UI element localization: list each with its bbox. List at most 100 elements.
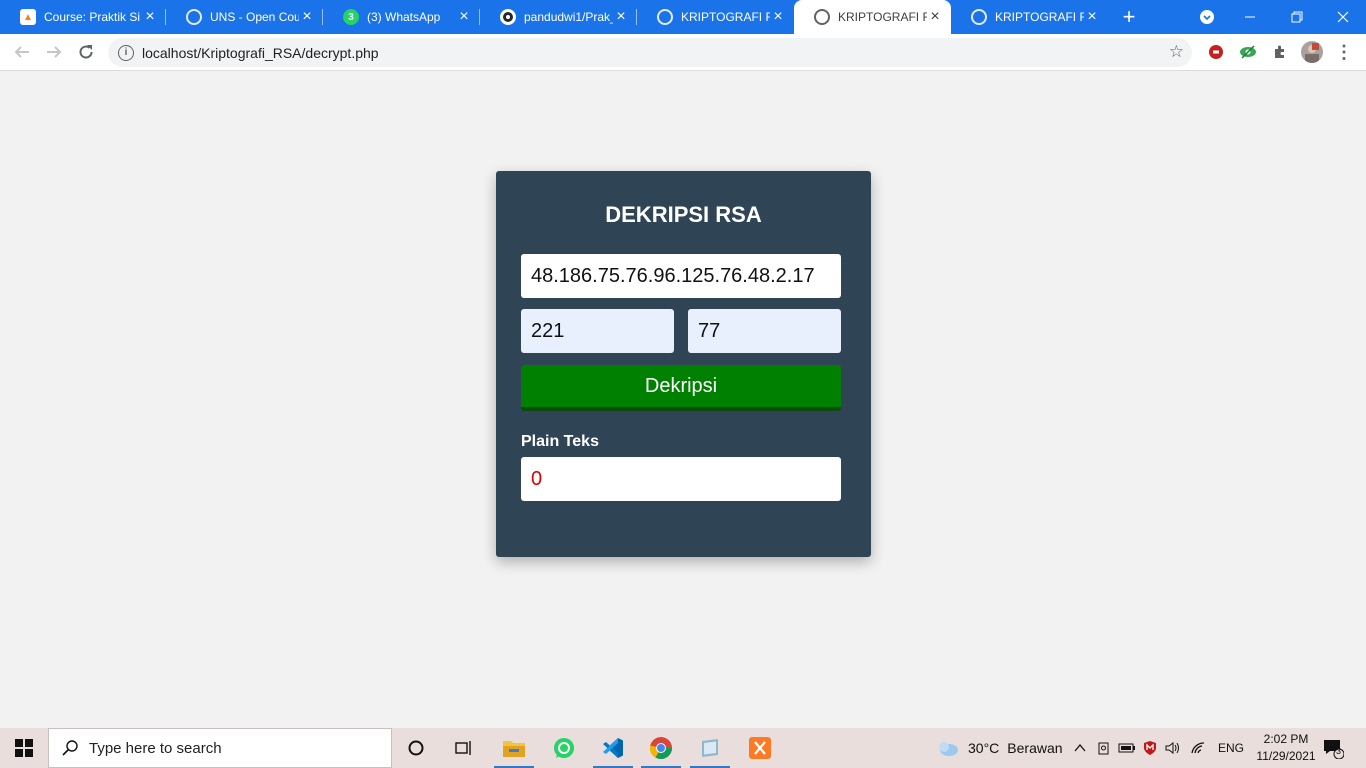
weather-widget[interactable]: 30°C Berawan — [936, 728, 1063, 768]
taskbar-notes-app[interactable] — [686, 728, 734, 768]
globe-icon — [971, 9, 987, 25]
cortana-icon — [408, 740, 424, 756]
tray-icons: ENG — [1072, 728, 1244, 768]
taskbar-xampp[interactable] — [736, 728, 784, 768]
forward-arrow-icon — [47, 46, 62, 58]
whatsapp-icon — [554, 738, 574, 758]
plaintext-output: 0 — [521, 457, 841, 501]
tab-title: KRIPTOGRAFI RSA — [838, 10, 927, 24]
restore-icon — [1291, 11, 1303, 23]
tab-whatsapp[interactable]: 3 (3) WhatsApp × — [323, 0, 480, 34]
taskbar-vscode[interactable] — [589, 728, 637, 768]
vscode-icon — [603, 738, 623, 758]
taskbar-file-explorer[interactable] — [490, 728, 538, 768]
info-icon[interactable]: i — [118, 44, 134, 61]
cloud-icon — [939, 742, 958, 756]
cortana-button[interactable] — [392, 728, 440, 768]
weather-temperature: 30°C — [968, 740, 1000, 756]
tab-title: (3) WhatsApp — [367, 10, 441, 24]
ciphertext-input[interactable] — [521, 254, 841, 298]
eye-extension-icon[interactable] — [1239, 43, 1257, 61]
browser-tab-strip: ▲ Course: Praktik Si × UNS - Open Cour ×… — [0, 0, 1366, 34]
bookmark-star-icon[interactable]: ☆ — [1169, 43, 1184, 61]
reload-icon — [79, 45, 93, 59]
search-icon — [62, 740, 78, 756]
tab-title: pandudwi1/Prak_ — [524, 10, 613, 24]
taskbar-chrome[interactable] — [637, 728, 685, 768]
notes-app-icon — [702, 739, 718, 757]
page-title: DEKRIPSI RSA — [605, 202, 762, 227]
chevron-down-icon — [1200, 10, 1214, 24]
github-icon — [500, 9, 516, 25]
system-clock[interactable]: 2:02 PM 11/29/2021 — [1246, 731, 1326, 765]
close-icon[interactable]: × — [142, 8, 158, 25]
wifi-icon[interactable] — [1190, 740, 1208, 756]
restore-button[interactable] — [1281, 0, 1313, 34]
windows-logo-icon — [15, 739, 33, 757]
meet-now-icon[interactable] — [1096, 740, 1112, 756]
tab-title: Course: Praktik Si — [44, 10, 141, 24]
decrypt-card: DEKRIPSI RSA Dekripsi Plain Teks 0 — [496, 171, 871, 557]
new-tab-button[interactable]: + — [1113, 0, 1145, 34]
modulus-n-input[interactable] — [521, 309, 674, 353]
tab-title: UNS - Open Cour — [210, 10, 299, 24]
record-extension-icon[interactable] — [1207, 43, 1225, 61]
back-button[interactable] — [8, 38, 36, 66]
kebab-menu-icon[interactable]: ⋮ — [1335, 43, 1353, 61]
url-text: localhost/Kriptografi_RSA/decrypt.php — [142, 44, 379, 61]
battery-icon[interactable] — [1118, 740, 1136, 756]
minimize-button[interactable] — [1234, 0, 1266, 34]
volume-icon[interactable] — [1164, 740, 1182, 756]
notification-count: 3 — [1336, 746, 1342, 756]
back-arrow-icon — [14, 46, 29, 58]
search-placeholder: Type here to search — [89, 739, 222, 757]
globe-icon — [814, 9, 830, 25]
tab-search-button[interactable] — [1191, 0, 1223, 34]
start-button[interactable] — [0, 728, 48, 768]
task-view-icon — [455, 741, 471, 755]
weather-condition: Berawan — [1007, 740, 1063, 756]
close-icon[interactable]: × — [770, 8, 786, 25]
tab-kriptografi-3[interactable]: KRIPTOGRAFI RSA × — [951, 0, 1108, 34]
clock-date: 11/29/2021 — [1256, 749, 1316, 763]
plaintext-label: Plain Teks — [521, 433, 599, 450]
taskbar-whatsapp[interactable] — [540, 728, 588, 768]
clock-time: 2:02 PM — [1263, 732, 1309, 746]
windows-taskbar: Type here to search 30°C Berawan ENG 2:0… — [0, 728, 1366, 768]
tab-github[interactable]: pandudwi1/Prak_ × — [480, 0, 637, 34]
reload-button[interactable] — [72, 38, 100, 66]
tab-title: KRIPTOGRAFI RSA — [995, 10, 1084, 24]
task-view-button[interactable] — [440, 728, 488, 768]
extensions-puzzle-icon[interactable] — [1271, 43, 1289, 61]
minimize-icon — [1245, 16, 1255, 18]
input-language[interactable]: ENG — [1218, 741, 1244, 755]
close-icon[interactable]: × — [299, 8, 315, 25]
tab-kriptografi-active[interactable]: KRIPTOGRAFI RSA × — [794, 0, 951, 34]
xampp-icon — [749, 737, 771, 759]
tab-uns[interactable]: UNS - Open Cour × — [166, 0, 323, 34]
chrome-icon — [649, 737, 672, 759]
close-icon[interactable]: × — [927, 8, 943, 25]
decrypt-button[interactable]: Dekripsi — [521, 365, 841, 411]
close-icon — [1337, 11, 1349, 23]
close-icon[interactable]: × — [1084, 8, 1100, 25]
tab-kriptografi-1[interactable]: KRIPTOGRAFI RSA × — [637, 0, 794, 34]
folder-icon — [503, 741, 525, 757]
action-center-button[interactable]: 3 — [1322, 728, 1344, 768]
globe-icon — [657, 9, 673, 25]
private-key-d-input[interactable] — [688, 309, 841, 353]
forward-button[interactable] — [40, 38, 68, 66]
chevron-up-icon[interactable] — [1072, 740, 1088, 756]
taskbar-search-box[interactable]: Type here to search — [48, 728, 392, 768]
close-icon[interactable]: × — [613, 8, 629, 25]
address-bar[interactable]: i localhost/Kriptografi_RSA/decrypt.php … — [108, 38, 1192, 67]
avatar[interactable] — [1301, 41, 1323, 63]
mcafee-shield-icon[interactable] — [1142, 740, 1158, 756]
tab-course[interactable]: ▲ Course: Praktik Si × — [0, 0, 166, 34]
close-icon[interactable]: × — [456, 8, 472, 25]
tab-title: KRIPTOGRAFI RSA — [681, 10, 770, 24]
browser-toolbar: i localhost/Kriptografi_RSA/decrypt.php … — [0, 34, 1366, 71]
close-window-button[interactable] — [1327, 0, 1359, 34]
moodle-icon: ▲ — [20, 9, 36, 25]
whatsapp-icon: 3 — [343, 9, 359, 25]
